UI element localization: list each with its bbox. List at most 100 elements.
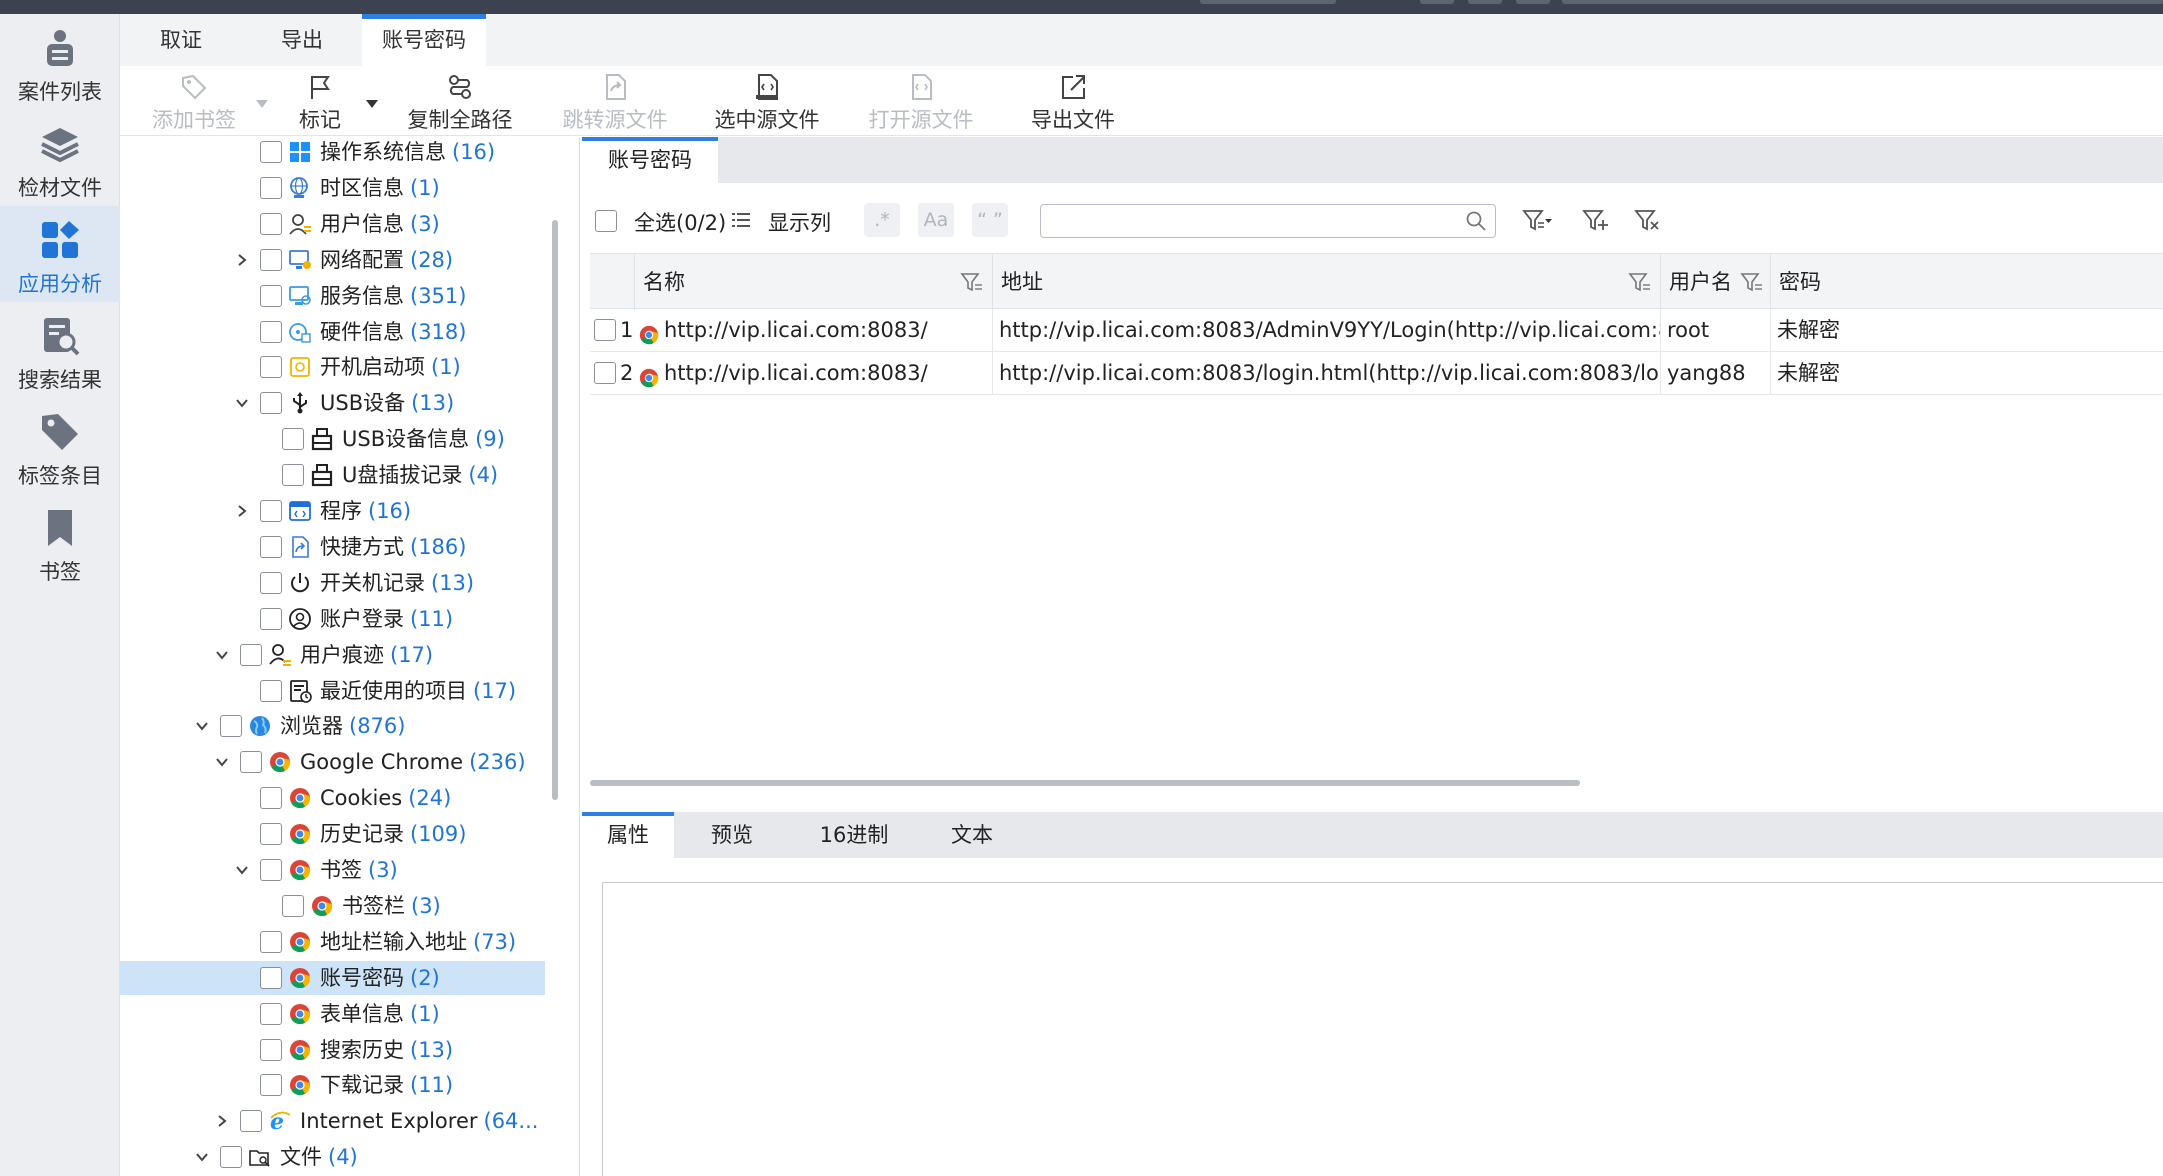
show-columns-button[interactable]: 显示列 [768,207,831,237]
tree-node[interactable]: 下载记录 (11) [120,1068,579,1102]
top-bar-button[interactable] [1516,0,1550,4]
tree-node[interactable]: 开机启动项 (1) [120,350,579,384]
tree-node[interactable]: USB设备信息 (9) [120,422,579,456]
tree-node-checkbox[interactable] [240,751,262,774]
jump-source-file-button[interactable]: 跳转源文件 [560,72,670,134]
whole-word-button[interactable]: “ ” [972,203,1008,237]
tree-node-checkbox[interactable] [260,284,282,307]
tree-node-checkbox[interactable] [282,894,304,917]
tree-node[interactable]: 硬件信息 (318) [120,315,579,349]
tree-node-checkbox[interactable] [260,320,282,343]
row-checkbox[interactable] [594,362,616,384]
top-bar-button[interactable] [1468,0,1502,4]
search-input[interactable] [1047,208,1447,234]
table-row[interactable]: 2 http://vip.licai.com:8083/http://vip.li… [590,352,2163,395]
grid-horizontal-scrollbar[interactable] [590,780,1580,786]
add-bookmark-button[interactable]: 添加书签 [144,72,244,134]
tree-node[interactable]: 用户痕迹 (17) [120,638,579,672]
tab-preview[interactable]: 预览 [682,812,782,858]
tree-node-checkbox[interactable] [260,176,282,199]
tree-node[interactable]: 用户信息 (3) [120,207,579,241]
tab-export[interactable]: 导出 [242,14,362,66]
column-username[interactable]: 用户名 [1660,254,1770,310]
tree-node-checkbox[interactable] [260,859,282,881]
tree-node-checkbox[interactable] [260,823,282,846]
tree-node-checkbox[interactable] [260,356,282,379]
row-checkbox[interactable] [594,319,616,341]
nav-search-results[interactable]: 搜索结果 [0,302,120,398]
tree-node[interactable]: 文件 (4) [120,1140,579,1174]
table-row[interactable]: 1 http://vip.licai.com:8083/http://vip.li… [590,309,2163,352]
tree-node[interactable]: 书签栏 (3) [120,889,579,923]
search-box[interactable] [1040,204,1496,238]
list-columns-icon[interactable] [732,211,750,229]
column-password[interactable]: 密码 [1770,254,2163,310]
mark-dropdown-icon[interactable] [366,100,378,108]
top-bar-button[interactable] [1420,0,1454,4]
export-file-button[interactable]: 导出文件 [1018,72,1128,134]
tree-node-checkbox[interactable] [260,1038,282,1061]
tree-node[interactable]: 搜索历史 (13) [120,1033,579,1067]
tree-node[interactable]: U盘插拔记录 (4) [120,458,579,492]
chevron-down-icon[interactable] [194,1149,210,1165]
nav-tag-entries[interactable]: 标签条目 [0,398,120,494]
tree-node-checkbox[interactable] [260,535,282,558]
filter-add-icon[interactable] [1582,207,1612,235]
filter-clear-icon[interactable] [1634,207,1664,235]
open-source-file-button[interactable]: 打开源文件 [866,72,976,134]
tree-node[interactable]: e Internet Explorer (64... [120,1104,579,1138]
top-bar-field[interactable] [1562,0,2163,4]
chevron-down-icon[interactable] [234,862,250,878]
tree-node[interactable]: 地址栏输入地址 (73) [120,925,579,959]
tree-node[interactable]: Cookies (24) [120,781,579,815]
tree-node[interactable]: USB设备 (13) [120,386,579,420]
tree-node-checkbox[interactable] [260,607,282,630]
tree-node-checkbox[interactable] [260,1002,282,1025]
tree-node-checkbox[interactable] [282,428,304,451]
add-bookmark-dropdown-icon[interactable] [256,100,268,108]
tree-node[interactable]: 历史记录 (109) [120,817,579,851]
tree-node-checkbox[interactable] [260,500,282,522]
column-filter-icon[interactable] [1628,270,1652,294]
tab-properties[interactable]: 属性 [582,812,674,858]
tree-node[interactable]: 程序 (16) [120,494,579,528]
tree-node[interactable]: 账户登录 (11) [120,602,579,636]
chevron-down-icon[interactable] [234,395,250,411]
case-sensitive-button[interactable]: Aa [918,203,954,237]
tab-account-password[interactable]: 账号密码 [362,14,486,66]
tree-node[interactable]: 最近使用的项目 (17) [120,674,579,708]
nav-bookmarks[interactable]: 书签 [0,494,120,590]
tree-node[interactable]: 开关机记录 (13) [120,566,579,600]
tree-node-checkbox[interactable] [260,212,282,235]
chevron-down-icon[interactable] [214,647,230,663]
nav-case-list[interactable]: 案件列表 [0,14,120,110]
chevron-down-icon[interactable] [214,754,230,770]
chevron-down-icon[interactable] [194,718,210,734]
tab-forensics[interactable]: 取证 [120,14,242,66]
tree-node[interactable]: 操作系统信息 (16) [120,137,579,169]
nav-app-analysis[interactable]: 应用分析 [0,206,120,302]
tree-node[interactable]: 表单信息 (1) [120,997,579,1031]
tree-node-checkbox[interactable] [260,787,282,810]
tree-node-checkbox[interactable] [220,715,242,738]
tree-node-checkbox[interactable] [240,643,262,666]
top-bar-button[interactable] [1200,0,1336,4]
column-address[interactable]: 地址 [992,254,1660,310]
tree-node[interactable]: 账号密码 (2) [120,960,545,995]
tree-node[interactable]: 时区信息 (1) [120,171,579,205]
tree-node-checkbox[interactable] [260,248,282,271]
tree-node-checkbox[interactable] [260,141,282,163]
tree-scrollbar[interactable] [552,220,558,800]
chevron-right-icon[interactable] [214,1113,230,1129]
regex-toggle-button[interactable]: .* [864,203,900,237]
filter-dropdown-icon[interactable] [1522,207,1552,235]
tree-node-checkbox[interactable] [260,930,282,953]
copy-full-path-button[interactable]: 复制全路径 [400,72,520,134]
tree-node-checkbox[interactable] [260,1074,282,1097]
tree-node[interactable]: 服务信息 (351) [120,279,579,313]
tree-node-checkbox[interactable] [260,966,282,989]
tree-node[interactable]: 书签 (3) [120,853,579,887]
tree-node[interactable]: 网络配置 (28) [120,243,579,277]
tree-node[interactable]: 浏览器 (876) [120,709,579,743]
tab-result-account-password[interactable]: 账号密码 [582,137,718,183]
